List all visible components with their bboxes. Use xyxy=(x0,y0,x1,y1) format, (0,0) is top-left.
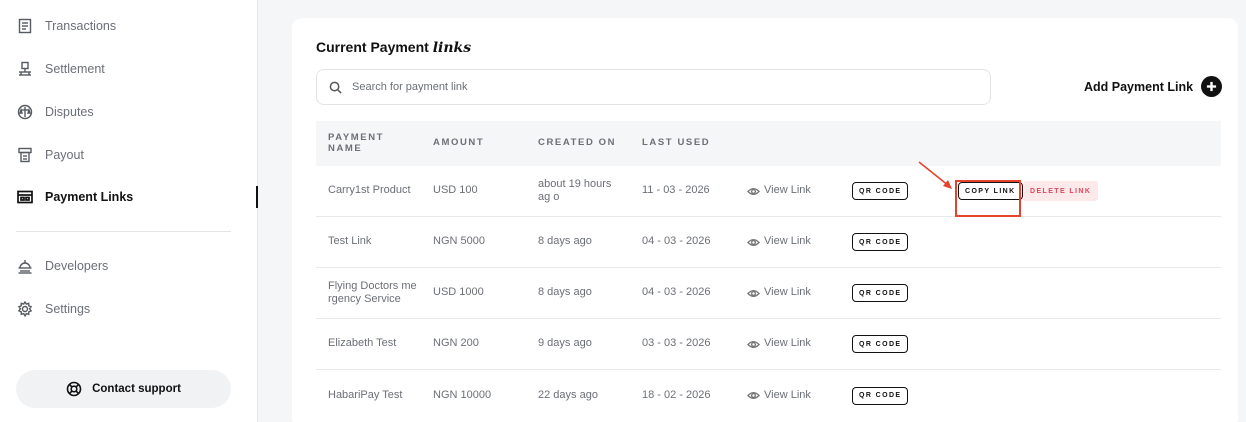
page-title: Current Payment links xyxy=(316,39,471,56)
view-link-button[interactable]: View Link xyxy=(747,319,811,369)
created-on-cell: 9 days ago xyxy=(538,337,592,350)
table-row: Flying Doctors me rgency Service USD 100… xyxy=(316,268,1221,319)
amount-cell: USD 100 xyxy=(433,184,478,197)
eye-icon xyxy=(747,340,760,348)
sidebar-divider xyxy=(16,231,231,232)
eye-icon xyxy=(747,289,760,297)
qr-code-button[interactable]: QR CODE xyxy=(852,233,909,251)
sidebar-item-label: Developers xyxy=(45,259,109,273)
last-used-cell: 03 - 03 - 2026 xyxy=(642,337,711,350)
created-on-cell: 8 days ago xyxy=(538,235,592,248)
created-on-cell: 22 days ago xyxy=(538,388,598,401)
table-row: Elizabeth Test NGN 200 9 days ago 03 - 0… xyxy=(316,319,1221,370)
sidebar-item-payout[interactable]: Payout xyxy=(16,143,84,167)
last-used-cell: 18 - 02 - 2026 xyxy=(642,388,711,401)
sidebar-item-developers[interactable]: Developers xyxy=(16,254,108,278)
active-indicator xyxy=(256,186,258,208)
sidebar-item-label: Settlement xyxy=(45,62,105,76)
add-payment-link-label: Add Payment Link xyxy=(1084,79,1194,94)
amount-cell: NGN 200 xyxy=(433,337,479,350)
column-header-created-on: CREATED ON xyxy=(538,137,617,149)
sidebar-item-label: Payment Links xyxy=(45,190,134,204)
sidebar-item-disputes[interactable]: Disputes xyxy=(16,100,94,124)
contact-support-label: Contact support xyxy=(92,383,181,395)
payout-icon xyxy=(16,146,34,164)
column-header-amount: AMOUNT xyxy=(433,137,485,149)
amount-cell: NGN 10000 xyxy=(433,388,492,401)
eye-icon xyxy=(747,392,760,399)
gear-icon xyxy=(16,300,34,318)
qr-code-button[interactable]: QR CODE xyxy=(852,182,909,200)
sidebar-item-settings[interactable]: Settings xyxy=(16,297,90,321)
view-link-label: View Link xyxy=(764,337,811,350)
last-used-cell: 11 - 03 - 2026 xyxy=(642,184,710,197)
amount-cell: USD 1000 xyxy=(433,286,484,299)
amount-cell: NGN 5000 xyxy=(433,235,485,248)
link-card-icon xyxy=(16,188,34,206)
eye-icon xyxy=(747,187,760,195)
disputes-icon xyxy=(16,103,34,121)
created-on-cell: about 19 hours ag o xyxy=(538,177,612,203)
delete-link-button[interactable]: DELETE LINK xyxy=(1023,181,1099,201)
search-input[interactable] xyxy=(352,81,952,93)
view-link-label: View Link xyxy=(764,388,811,401)
page-title-prefix: Current Payment xyxy=(316,39,429,55)
payment-links-card: Current Payment links Add Payment Link P… xyxy=(292,18,1238,422)
sidebar-item-label: Payout xyxy=(45,148,84,162)
qr-code-button[interactable]: QR CODE xyxy=(852,386,909,405)
view-link-button[interactable]: View Link xyxy=(747,268,811,318)
qr-code-button[interactable]: QR CODE xyxy=(852,335,909,353)
column-header-payment-name: PAYMENT NAME xyxy=(328,132,385,154)
sidebar-item-payment-links[interactable]: Payment Links xyxy=(16,185,133,209)
view-link-button[interactable]: View Link xyxy=(747,217,811,267)
annotation-highlight-box xyxy=(955,180,1021,217)
receipt-icon xyxy=(16,17,34,35)
add-payment-link-button[interactable]: Add Payment Link xyxy=(1084,76,1223,97)
payment-name-cell: HabariPay Test xyxy=(328,388,403,401)
sidebar-item-settlement[interactable]: Settlement xyxy=(16,57,105,81)
view-link-button[interactable]: View Link xyxy=(747,370,811,421)
sidebar-item-label: Disputes xyxy=(45,105,94,119)
lifebuoy-icon xyxy=(66,381,82,397)
search-icon xyxy=(329,81,342,94)
eye-icon xyxy=(747,238,760,246)
view-link-button[interactable]: View Link xyxy=(747,166,811,216)
table-row: Carry1st Product USD 100 about 19 hours … xyxy=(316,166,1221,217)
table-header: PAYMENT NAME AMOUNT CREATED ON LAST USED xyxy=(316,121,1221,166)
sidebar-item-transactions[interactable]: Transactions xyxy=(16,14,116,38)
plus-icon xyxy=(1201,76,1223,97)
developers-icon xyxy=(16,257,34,275)
sidebar: Transactions Settlement Disputes Payout … xyxy=(0,0,258,422)
payment-name-cell: Elizabeth Test xyxy=(328,337,397,350)
view-link-label: View Link xyxy=(764,184,811,197)
last-used-cell: 04 - 03 - 2026 xyxy=(642,286,711,299)
contact-support-button[interactable]: Contact support xyxy=(16,370,231,408)
sidebar-item-label: Transactions xyxy=(45,19,117,33)
payment-name-cell: Test Link xyxy=(328,235,372,248)
bank-icon xyxy=(16,60,34,78)
search-box[interactable] xyxy=(316,69,991,105)
payment-name-cell: Flying Doctors me rgency Service xyxy=(328,279,417,305)
column-header-last-used: LAST USED xyxy=(642,137,711,149)
created-on-cell: 8 days ago xyxy=(538,286,592,299)
annotation-arrow-icon xyxy=(918,161,952,189)
last-used-cell: 04 - 03 - 2026 xyxy=(642,235,711,248)
table-row: HabariPay Test NGN 10000 22 days ago 18 … xyxy=(316,370,1221,421)
sidebar-item-label: Settings xyxy=(45,302,91,316)
table-row: Test Link NGN 5000 8 days ago 04 - 03 - … xyxy=(316,217,1221,268)
view-link-label: View Link xyxy=(764,286,811,299)
qr-code-button[interactable]: QR CODE xyxy=(852,284,909,302)
payment-name-cell: Carry1st Product xyxy=(328,184,411,197)
view-link-label: View Link xyxy=(764,235,811,248)
page-title-italic: links xyxy=(432,40,472,56)
